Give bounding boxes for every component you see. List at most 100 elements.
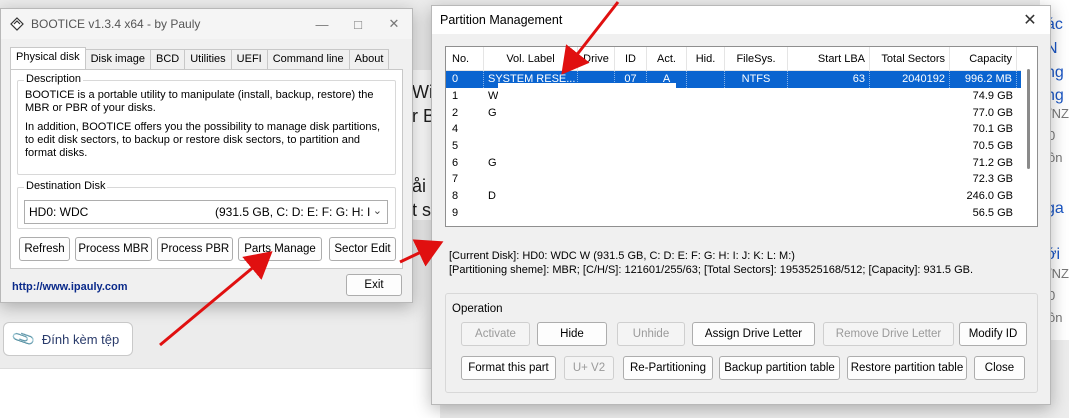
column-header-act[interactable]: Act. [647, 47, 687, 70]
remove-drive-letter-button[interactable]: Remove Drive Letter [823, 322, 954, 346]
uv2-button[interactable]: U+ V2 [564, 356, 614, 380]
cell-total-sectors [870, 154, 950, 171]
maximize-icon[interactable]: □ [340, 9, 376, 39]
cell-no: 8 [452, 190, 459, 203]
hide-button[interactable]: Hide [537, 322, 607, 346]
attach-file-label: Đính kèm tệp [41, 331, 120, 347]
minimize-icon[interactable]: — [304, 9, 340, 39]
table-scrollbar[interactable] [1021, 47, 1037, 226]
cell-capacity: 70.1 GB [972, 123, 1013, 136]
cell-hid [687, 88, 725, 105]
partition-table-header: No. Vol. Label Drive ID Act. Hid. FileSy… [446, 47, 1037, 71]
column-header-capacity[interactable]: Capacity [950, 47, 1017, 70]
destination-disk-select[interactable]: HD0: WDC (931.5 GB, C: D: E: F: G: H: I … [24, 200, 388, 224]
process-pbr-button[interactable]: Process PBR [157, 237, 233, 261]
repartitioning-button[interactable]: Re-Partitioning [623, 356, 713, 380]
cell-no: 7 [452, 173, 459, 186]
cell-filesys [725, 188, 788, 205]
activate-button[interactable]: Activate [461, 322, 530, 346]
cell-filesys [725, 88, 788, 105]
attach-file-button[interactable]: 📎 Đính kèm tệp [3, 322, 133, 356]
cell-filesys [725, 171, 788, 188]
background-meta: /NZ [1048, 106, 1069, 121]
cell-hid [687, 188, 725, 205]
operation-group: Operation Activate Hide Unhide Assign Dr… [445, 293, 1038, 393]
paperclip-icon: 📎 [11, 327, 38, 352]
operation-label: Operation [452, 303, 503, 315]
tab-bcd[interactable]: BCD [149, 49, 186, 69]
current-disk-info: [Current Disk]: HD0: WDC W (931.5 GB, C:… [449, 250, 795, 262]
cell-filesys [725, 138, 788, 155]
background-text: t s [412, 200, 432, 220]
partition-table: No. Vol. Label Drive ID Act. Hid. FileSy… [445, 46, 1038, 227]
partition-management-window: Partition Management ✕ No. Vol. Label Dr… [431, 5, 1051, 405]
modify-id-button[interactable]: Modify ID [959, 322, 1027, 346]
column-header-total-sectors[interactable]: Total Sectors [870, 47, 950, 70]
column-header-start-lba[interactable]: Start LBA [788, 47, 870, 70]
sector-edit-button[interactable]: Sector Edit [329, 237, 396, 261]
tab-command-line[interactable]: Command line [266, 49, 350, 69]
column-header-no[interactable]: No. [446, 47, 484, 70]
close-icon[interactable]: ✕ [1010, 10, 1050, 30]
cell-total-sectors [870, 121, 950, 138]
cell-no: 2 [452, 106, 459, 119]
partition-management-titlebar[interactable]: Partition Management ✕ [432, 6, 1050, 34]
background-bottom-bar [0, 368, 440, 418]
cell-capacity: 71.2 GB [972, 156, 1013, 169]
ipauly-link[interactable]: http://www.ipauly.com [12, 281, 128, 293]
tab-physical-disk[interactable]: Physical disk [10, 47, 86, 69]
unhide-button[interactable]: Unhide [617, 322, 685, 346]
restore-partition-table-button[interactable]: Restore partition table [847, 356, 967, 380]
column-header-hid[interactable]: Hid. [687, 47, 725, 70]
cell-total-sectors [870, 171, 950, 188]
column-header-drive[interactable]: Drive [578, 47, 615, 70]
process-mbr-button[interactable]: Process MBR [75, 237, 152, 261]
chevron-down-icon: ⌄ [372, 205, 382, 217]
destination-disk-label: Destination Disk [24, 180, 108, 192]
bootice-app-icon [9, 16, 25, 32]
parts-manage-button[interactable]: Parts Manage [238, 237, 322, 261]
bootice-title: BOOTICE v1.3.4 x64 - by Pauly [31, 17, 201, 31]
column-header-id[interactable]: ID [615, 47, 647, 70]
cell-filesys [725, 121, 788, 138]
cell-total-sectors [870, 88, 950, 105]
cell-filesys [725, 205, 788, 222]
cell-capacity: 74.9 GB [972, 90, 1013, 103]
physical-disk-panel: Description BOOTICE is a portable utilit… [10, 69, 403, 269]
cell-start-lba [788, 138, 870, 155]
cell-start-lba [788, 154, 870, 171]
cell-hid [687, 154, 725, 171]
column-header-filesys[interactable]: FileSys. [725, 47, 788, 70]
format-this-part-button[interactable]: Format this part [461, 356, 556, 380]
tab-disk-image[interactable]: Disk image [84, 49, 151, 69]
cell-start-lba [788, 104, 870, 121]
cell-start-lba: 63 [788, 71, 870, 88]
description-label: Description [24, 73, 84, 85]
cell-no: 6 [452, 156, 459, 169]
backup-partition-table-button[interactable]: Backup partition table [719, 356, 840, 380]
tab-utilities[interactable]: Utilities [184, 49, 232, 69]
background-meta: /NZ [1048, 266, 1069, 281]
cell-total-sectors [870, 104, 950, 121]
tab-about[interactable]: About [348, 49, 390, 69]
cell-start-lba [788, 121, 870, 138]
close-icon[interactable]: ✕ [376, 9, 412, 39]
destination-device: HD0: WDC [29, 205, 89, 219]
cell-total-sectors [870, 205, 950, 222]
cell-start-lba [788, 188, 870, 205]
cell-start-lba [788, 88, 870, 105]
cell-hid [687, 138, 725, 155]
assign-drive-letter-button[interactable]: Assign Drive Letter [692, 322, 815, 346]
bootice-titlebar[interactable]: BOOTICE v1.3.4 x64 - by Pauly — □ ✕ [1, 9, 412, 39]
close-button[interactable]: Close [974, 356, 1025, 380]
cell-no: 0 [446, 71, 484, 88]
refresh-button[interactable]: Refresh [19, 237, 70, 261]
scrollbar-thumb[interactable] [1027, 69, 1030, 169]
bootice-tabs: Physical disk Disk image BCD Utilities U… [10, 47, 390, 69]
exit-button[interactable]: Exit [346, 274, 402, 296]
destination-info: (931.5 GB, C: D: E: F: G: H: I [215, 205, 371, 219]
column-header-vol-label[interactable]: Vol. Label [484, 47, 578, 70]
destination-disk-group: Destination Disk HD0: WDC (931.5 GB, C: … [17, 180, 396, 229]
tab-uefi[interactable]: UEFI [230, 49, 268, 69]
cell-total-sectors [870, 188, 950, 205]
